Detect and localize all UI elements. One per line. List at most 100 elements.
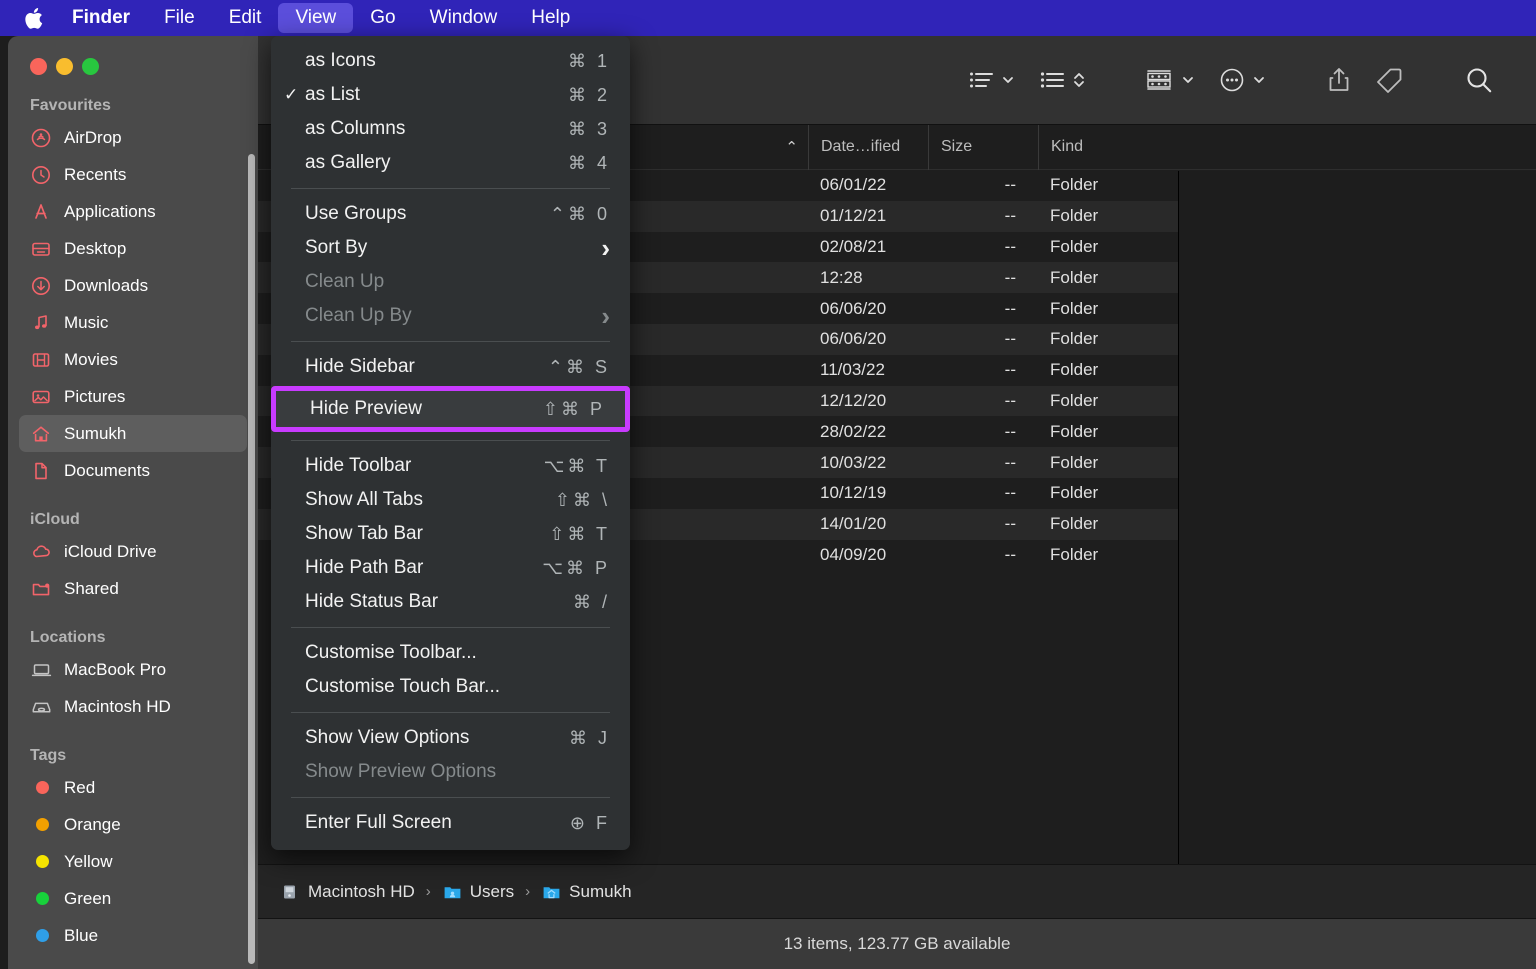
sidebar-item-label: MacBook Pro — [64, 659, 167, 679]
menu-item-label: Clean Up By — [305, 305, 412, 326]
cell-date: 10/12/19 — [820, 483, 887, 503]
sidebar-item-documents[interactable]: Documents — [19, 452, 247, 489]
menu-item-customise-toolbar[interactable]: Customise Toolbar... — [271, 636, 630, 670]
menubar-item-file[interactable]: File — [147, 3, 212, 33]
sidebar-item-airdrop[interactable]: AirDrop — [19, 119, 247, 156]
sidebar-item-tag-blue[interactable]: Blue — [19, 917, 247, 954]
sidebar-item-label: Yellow — [64, 851, 113, 871]
menu-item-as-columns[interactable]: as Columns ⌘ 3 — [271, 112, 630, 146]
view-dropdown-menu: as Icons ⌘ 1 ✓ as List ⌘ 2 as Columns ⌘ 3 as Ga… — [271, 36, 630, 850]
group-by-button[interactable] — [1027, 62, 1098, 98]
menu-item-use-groups[interactable]: Use Groups ⌃⌘ 0 — [271, 197, 630, 231]
menu-item-as-icons[interactable]: as Icons ⌘ 1 — [271, 44, 630, 78]
menubar-item-edit[interactable]: Edit — [212, 3, 279, 33]
sidebar-item-macintosh-hd[interactable]: Macintosh HD — [19, 688, 247, 725]
menu-item-hide-status-bar[interactable]: Hide Status Bar ⌘ / — [271, 585, 630, 619]
chevron-right-icon: › — [601, 301, 610, 331]
sidebar-item-sumukh[interactable]: Sumukh — [19, 415, 247, 452]
cell-date: 11/03/22 — [820, 360, 885, 380]
menu-item-sort-by[interactable]: Sort By › — [271, 231, 630, 265]
sidebar-item-tag-yellow[interactable]: Yellow — [19, 843, 247, 880]
tags-button[interactable] — [1364, 60, 1416, 100]
sidebar-item-applications[interactable]: Applications — [19, 193, 247, 230]
preview-pane — [1178, 171, 1536, 904]
sidebar-item-label: Applications — [64, 201, 156, 221]
cell-size: -- — [1004, 360, 1016, 380]
sidebar-item-tag-red[interactable]: Red — [19, 769, 247, 806]
menu-item-label: Sort By — [305, 237, 368, 258]
menu-item-show-view-options[interactable]: Show View Options ⌘ J — [271, 721, 630, 755]
sidebar-item-pictures[interactable]: Pictures — [19, 378, 247, 415]
cell-kind: Folder — [1050, 298, 1099, 318]
menubar-item-help[interactable]: Help — [514, 3, 587, 33]
minimize-button[interactable] — [56, 58, 73, 75]
menu-item-label: Hide Toolbar — [305, 455, 412, 476]
menu-item-as-list[interactable]: ✓ as List ⌘ 2 — [271, 78, 630, 112]
menu-item-as-gallery[interactable]: as Gallery ⌘ 4 — [271, 146, 630, 180]
menu-item-hide-path-bar[interactable]: Hide Path Bar ⌥⌘ P — [271, 551, 630, 585]
menubar-item-view[interactable]: View — [278, 3, 354, 33]
cell-size: -- — [1004, 514, 1016, 534]
sidebar-scrollbar[interactable] — [248, 154, 255, 964]
sidebar-item-tag-orange[interactable]: Orange — [19, 806, 247, 843]
share-button[interactable] — [1314, 60, 1364, 100]
menu-item-customise-touch-bar[interactable]: Customise Touch Bar... — [271, 670, 630, 704]
sidebar-item-label: Shared — [64, 578, 119, 598]
view-as-list-button[interactable] — [956, 62, 1027, 98]
menu-item-label: as Gallery — [305, 152, 391, 173]
menu-item-hide-preview[interactable]: Hide Preview ⇧⌘ P — [276, 391, 625, 427]
search-button[interactable] — [1452, 59, 1506, 101]
menubar-item-go[interactable]: Go — [353, 3, 412, 33]
cell-kind: Folder — [1050, 236, 1099, 256]
path-segment-sumukh[interactable]: Sumukh — [541, 882, 632, 902]
apple-logo-icon[interactable] — [22, 5, 44, 31]
menu-item-label: Use Groups — [305, 203, 407, 224]
column-header-date-modified[interactable]: Date…ified — [808, 124, 928, 170]
menu-item-hide-sidebar[interactable]: Hide Sidebar ⌃⌘ S — [271, 350, 630, 384]
sidebar-item-shared[interactable]: Shared — [19, 570, 247, 607]
path-segment-macintosh-hd[interactable]: Macintosh HD — [280, 882, 415, 902]
maximize-button[interactable] — [82, 58, 99, 75]
sidebar-item-macbook-pro[interactable]: MacBook Pro — [19, 651, 247, 688]
sidebar-item-movies[interactable]: Movies — [19, 341, 247, 378]
cell-date: 12/12/20 — [820, 390, 887, 410]
sidebar-item-music[interactable]: Music — [19, 304, 247, 341]
cell-size: -- — [1004, 267, 1016, 287]
menu-item-label: Clean Up — [305, 271, 385, 292]
menu-item-enter-full-screen[interactable]: Enter Full Screen ⊕ F — [271, 806, 630, 840]
column-header-size[interactable]: Size — [928, 124, 1038, 170]
menu-item-clean-up: Clean Up — [271, 265, 630, 299]
menu-item-label: Hide Status Bar — [305, 591, 439, 612]
menu-item-label: Hide Preview — [310, 398, 422, 419]
close-button[interactable] — [30, 58, 47, 75]
path-segment-users[interactable]: Users — [442, 882, 514, 902]
menu-item-show-all-tabs[interactable]: Show All Tabs ⇧⌘ \ — [271, 483, 630, 517]
harddisk-icon — [284, 885, 295, 898]
menu-separator — [291, 188, 610, 189]
window-controls — [8, 36, 258, 75]
sidebar-item-label: Documents — [64, 460, 150, 480]
cell-kind: Folder — [1050, 267, 1099, 287]
menu-item-shortcut: ⌘ 3 — [567, 118, 610, 139]
cell-size: -- — [1004, 329, 1016, 349]
menu-item-shortcut: ⇧⌘ T — [549, 523, 610, 544]
sidebar-item-icloud-drive[interactable]: iCloud Drive — [19, 533, 247, 570]
photo-icon — [30, 386, 52, 408]
sidebar-item-desktop[interactable]: Desktop — [19, 230, 247, 267]
cell-size: -- — [1004, 175, 1016, 195]
sidebar-item-downloads[interactable]: Downloads — [19, 267, 247, 304]
arrange-items-button[interactable] — [1134, 62, 1207, 98]
tag-dot-icon — [30, 888, 52, 910]
sidebar-item-recents[interactable]: Recents — [19, 156, 247, 193]
download-icon — [30, 275, 52, 297]
menubar-item-finder[interactable]: Finder — [58, 3, 147, 33]
menu-item-label: Show Tab Bar — [305, 523, 423, 544]
menu-item-show-tab-bar[interactable]: Show Tab Bar ⇧⌘ T — [271, 517, 630, 551]
menubar-item-window[interactable]: Window — [413, 3, 515, 33]
column-header-kind[interactable]: Kind — [1038, 124, 1178, 170]
cell-size: -- — [1004, 236, 1016, 256]
menu-item-hide-toolbar[interactable]: Hide Toolbar ⌥⌘ T — [271, 449, 630, 483]
action-menu-button[interactable] — [1207, 61, 1278, 99]
cell-size: -- — [1004, 544, 1016, 564]
sidebar-item-tag-green[interactable]: Green — [19, 880, 247, 917]
